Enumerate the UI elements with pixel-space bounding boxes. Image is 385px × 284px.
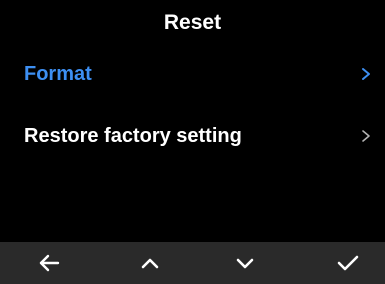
up-button[interactable] [120, 242, 180, 284]
footer-toolbar [0, 242, 385, 284]
chevron-right-icon [359, 67, 373, 81]
menu-item-label: Format [24, 63, 92, 85]
menu-item-restore-factory-setting[interactable]: Restore factory setting [0, 112, 385, 160]
chevron-up-icon [141, 258, 159, 269]
confirm-button[interactable] [318, 242, 378, 284]
down-button[interactable] [215, 242, 275, 284]
reset-screen: Reset Format Restore factory setting [0, 0, 385, 284]
page-title: Reset [163, 11, 222, 34]
chevron-down-icon [236, 258, 254, 269]
menu-item-label: Restore factory setting [24, 125, 242, 147]
checkmark-icon [337, 255, 359, 271]
chevron-right-icon [359, 129, 373, 143]
back-button[interactable] [19, 242, 79, 284]
menu-item-format[interactable]: Format [0, 50, 385, 98]
arrow-left-icon [39, 254, 60, 272]
